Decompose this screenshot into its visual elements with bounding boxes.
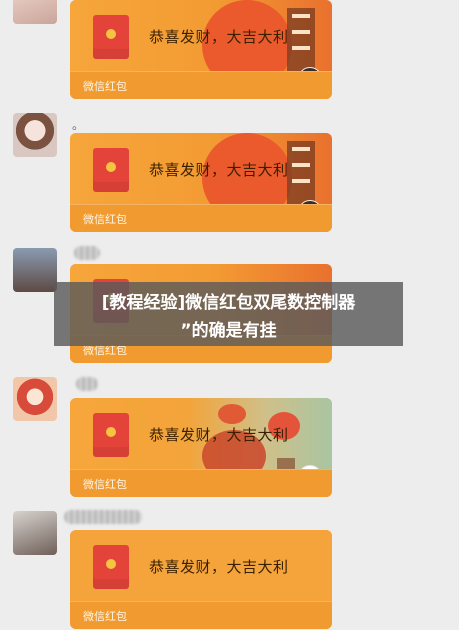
packet-label: 微信红包 <box>83 478 127 491</box>
red-packet-icon <box>93 148 129 192</box>
red-packet-bubble[interactable]: 恭喜发财，大吉大利 微信红包 <box>70 530 332 629</box>
red-packet-icon <box>93 413 129 457</box>
overlay-title-line1: [教程经验]微信红包双尾数控制器 <box>101 293 356 313</box>
packet-footer: 微信红包 <box>70 204 332 232</box>
packet-label: 微信红包 <box>83 213 127 226</box>
sender-nickname-blurred <box>76 377 98 391</box>
red-packet-bubble[interactable]: 恭喜发财，大吉大利 微信红包 <box>70 0 332 99</box>
message-row: 恭喜发财，大吉大利 微信红包 <box>0 370 459 500</box>
packet-message: 恭喜发财，大吉大利 <box>149 161 289 179</box>
red-packet-icon <box>93 15 129 59</box>
overlay-title-line2: ”的确是有挂 <box>180 321 277 341</box>
avatar[interactable] <box>13 511 57 555</box>
message-row: 恭喜发财，大吉大利 微信红包 <box>0 0 459 110</box>
avatar[interactable] <box>13 0 57 24</box>
avatar[interactable] <box>13 248 57 292</box>
avatar[interactable] <box>13 113 57 157</box>
packet-footer: 微信红包 <box>70 601 332 629</box>
avatar[interactable] <box>13 377 57 421</box>
sender-nickname-blurred <box>64 510 142 524</box>
packet-message: 恭喜发财，大吉大利 <box>149 426 289 444</box>
red-packet-bubble[interactable]: 恭喜发财，大吉大利 微信红包 <box>70 133 332 232</box>
packet-footer: 微信红包 <box>70 71 332 99</box>
packet-message: 恭喜发财，大吉大利 <box>149 28 289 46</box>
title-overlay: [教程经验]微信红包双尾数控制器 ”的确是有挂 <box>54 282 403 346</box>
packet-label: 微信红包 <box>83 610 127 623</box>
sender-nickname-blurred <box>74 246 100 260</box>
packet-label: 微信红包 <box>83 80 127 93</box>
message-row: 。 恭喜发财，大吉大利 微信红包 <box>0 110 459 240</box>
packet-footer: 微信红包 <box>70 469 332 497</box>
message-row: 恭喜发财，大吉大利 微信红包 <box>0 500 459 630</box>
sender-nickname: 。 <box>72 118 85 132</box>
red-packet-bubble[interactable]: 恭喜发财，大吉大利 微信红包 <box>70 398 332 497</box>
packet-message: 恭喜发财，大吉大利 <box>149 558 289 576</box>
red-packet-icon <box>93 545 129 589</box>
